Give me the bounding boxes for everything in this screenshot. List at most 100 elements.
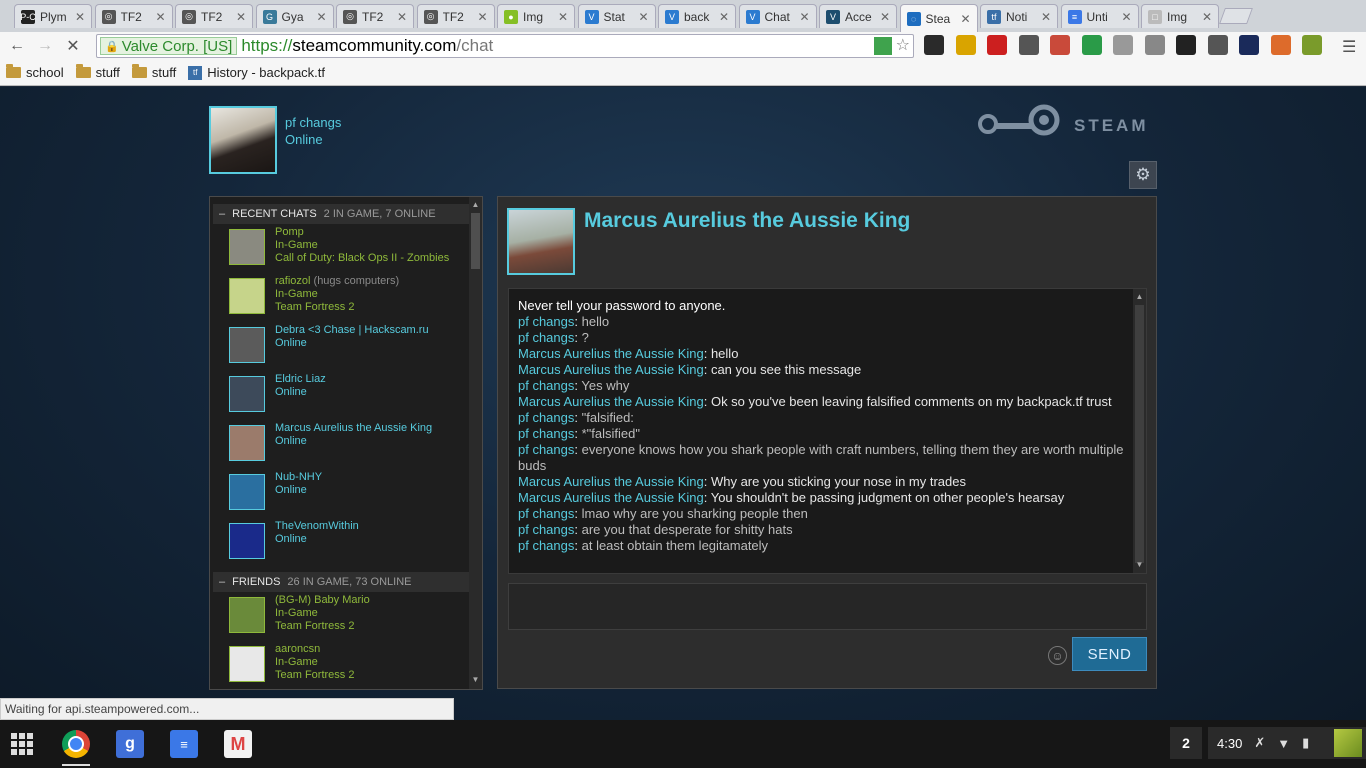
message-sender[interactable]: pf changs — [518, 410, 574, 425]
browser-tab[interactable]: G Gya ✕ — [255, 4, 334, 28]
browser-tab[interactable]: V Chat ✕ — [738, 4, 817, 28]
gmail-icon[interactable]: M — [224, 730, 252, 758]
browser-tab[interactable]: ● Img ✕ — [497, 4, 575, 28]
browser-tab[interactable]: ◌ Stea ✕ — [899, 4, 978, 32]
scroll-down-icon[interactable]: ▼ — [470, 674, 481, 686]
my-name[interactable]: pf changs — [285, 115, 341, 130]
message-sender[interactable]: pf changs — [518, 442, 574, 457]
extension-icon[interactable] — [1270, 35, 1291, 55]
scroll-up-icon[interactable]: ▲ — [470, 199, 481, 211]
scroll-thumb[interactable] — [471, 213, 480, 269]
message-sender[interactable]: pf changs — [518, 522, 574, 537]
scroll-thumb[interactable] — [1135, 305, 1144, 563]
message-sender[interactable]: pf changs — [518, 538, 574, 553]
tab-close-icon[interactable]: ✕ — [1202, 10, 1212, 24]
message-sender[interactable]: Marcus Aurelius the Aussie King — [518, 362, 704, 377]
system-tray[interactable]: 4:30 ✗ ▼ ▮ — [1208, 727, 1366, 759]
tab-close-icon[interactable]: ✕ — [477, 10, 487, 24]
extension-icon[interactable] — [987, 35, 1007, 55]
new-tab-button[interactable] — [1219, 8, 1253, 24]
recent-chats-header[interactable]: – RECENT CHATS 2 IN GAME, 7 ONLINE — [213, 204, 469, 224]
browser-tab[interactable]: ◎ TF2 ✕ — [94, 4, 173, 28]
scroll-down-icon[interactable]: ▼ — [1134, 559, 1145, 571]
message-sender[interactable]: Marcus Aurelius the Aussie King — [518, 394, 704, 409]
extension-icon[interactable] — [1302, 35, 1322, 55]
message-sender[interactable]: pf changs — [518, 426, 574, 441]
message-sender[interactable]: pf changs — [518, 506, 574, 521]
friend-entry[interactable]: TheVenomWithin Online — [229, 520, 469, 564]
chat-partner-name[interactable]: Marcus Aurelius the Aussie King — [584, 209, 910, 233]
tab-close-icon[interactable]: ✕ — [316, 10, 326, 24]
browser-tab[interactable]: ◎ TF2 ✕ — [416, 4, 495, 28]
friend-entry[interactable]: Debra <3 Chase | Hackscam.ru Online — [229, 324, 469, 368]
tab-close-icon[interactable]: ✕ — [155, 10, 165, 24]
message-sender[interactable]: Marcus Aurelius the Aussie King — [518, 490, 704, 505]
message-input[interactable] — [508, 583, 1147, 630]
tab-close-icon[interactable]: ✕ — [638, 10, 648, 24]
notification-badge[interactable]: 2 — [1170, 727, 1202, 759]
tab-close-icon[interactable]: ✕ — [1121, 10, 1131, 24]
friends-header[interactable]: – FRIENDS 26 IN GAME, 73 ONLINE — [213, 572, 469, 592]
message-sender[interactable]: pf changs — [518, 378, 574, 393]
extension-icon[interactable] — [1050, 35, 1070, 55]
stop-button[interactable]: ✕ — [60, 34, 86, 58]
extension-icon[interactable] — [1113, 35, 1133, 55]
friend-entry[interactable]: Nub-NHY Online — [229, 471, 469, 515]
app-launcher-icon[interactable] — [9, 731, 33, 755]
friend-entry[interactable]: Marcus Aurelius the Aussie King Online — [229, 422, 469, 466]
friend-entry[interactable]: rafiozol (hugs computers) In-Game Team For… — [229, 275, 469, 319]
extension-icon[interactable] — [1144, 35, 1165, 55]
scroll-up-icon[interactable]: ▲ — [1134, 291, 1145, 303]
tab-close-icon[interactable]: ✕ — [236, 10, 246, 24]
friends-scrollbar[interactable]: ▲ ▼ — [469, 197, 482, 689]
friend-entry[interactable]: Eldric Liaz Online — [229, 373, 469, 417]
menu-icon[interactable]: ☰ — [1342, 37, 1356, 57]
bookmark-folder[interactable]: stuff — [75, 64, 120, 80]
browser-tab[interactable]: ≡ Unti ✕ — [1060, 4, 1139, 28]
extension-icon[interactable] — [924, 35, 944, 55]
tab-close-icon[interactable]: ✕ — [397, 10, 407, 24]
friend-entry[interactable]: Pomp In-Game Call of Duty: Black Ops II - … — [229, 226, 469, 270]
browser-tab[interactable]: tf Noti ✕ — [980, 4, 1058, 28]
tab-close-icon[interactable]: ✕ — [880, 10, 890, 24]
tab-close-icon[interactable]: ✕ — [75, 10, 85, 24]
ev-certificate-badge[interactable]: 🔒 Valve Corp. [US] — [100, 37, 238, 55]
extension-icon[interactable] — [955, 35, 976, 55]
message-sender[interactable]: Marcus Aurelius the Aussie King — [518, 346, 704, 361]
chat-scrollbar[interactable]: ▲ ▼ — [1133, 289, 1146, 573]
chat-partner-avatar[interactable] — [507, 208, 575, 275]
message-sender[interactable]: Marcus Aurelius the Aussie King — [518, 474, 704, 489]
extension-icon[interactable] — [1176, 35, 1196, 55]
bookmark-folder[interactable]: school — [6, 64, 64, 80]
tab-close-icon[interactable]: ✕ — [719, 10, 729, 24]
flag-icon[interactable] — [873, 37, 892, 55]
browser-tab[interactable]: V Acce ✕ — [819, 4, 897, 28]
bookmark-folder[interactable]: stuff — [131, 64, 176, 80]
browser-tab[interactable]: □ Img ✕ — [1141, 4, 1219, 28]
extension-icon[interactable] — [1207, 35, 1228, 55]
emoticon-icon[interactable]: ☺ — [1048, 646, 1067, 665]
google-search-icon[interactable]: g — [116, 730, 144, 758]
friend-entry[interactable]: aaroncsn In-Game Team Fortress 2 — [229, 643, 469, 687]
google-docs-icon[interactable]: ≡ — [170, 730, 198, 758]
extension-icon[interactable] — [1018, 35, 1039, 55]
browser-tab[interactable]: P-C Plym ✕ — [14, 4, 92, 28]
browser-tab[interactable]: Vback ✕ — [658, 4, 736, 28]
send-button[interactable]: SEND — [1072, 637, 1147, 671]
extension-icon[interactable] — [1081, 35, 1102, 55]
browser-tab[interactable]: ◎ TF2 ✕ — [336, 4, 414, 28]
friend-entry[interactable]: (BG-M) Baby Mario In-Game Team Fortress 2 — [229, 594, 469, 638]
tab-close-icon[interactable]: ✕ — [558, 10, 568, 24]
settings-gear-button[interactable]: ⚙ — [1129, 161, 1157, 189]
extension-icon[interactable] — [1239, 35, 1259, 55]
tab-close-icon[interactable]: ✕ — [960, 12, 970, 26]
my-avatar[interactable] — [209, 106, 277, 174]
my-status[interactable]: Online — [285, 132, 323, 147]
tab-close-icon[interactable]: ✕ — [1041, 10, 1051, 24]
address-bar[interactable]: 🔒 Valve Corp. [US] https://steamcommunit… — [96, 34, 914, 58]
message-sender[interactable]: pf changs — [518, 314, 574, 329]
forward-button[interactable]: → — [32, 34, 58, 58]
back-button[interactable]: ← — [4, 34, 30, 58]
tab-close-icon[interactable]: ✕ — [799, 10, 809, 24]
chrome-icon[interactable] — [62, 730, 90, 758]
